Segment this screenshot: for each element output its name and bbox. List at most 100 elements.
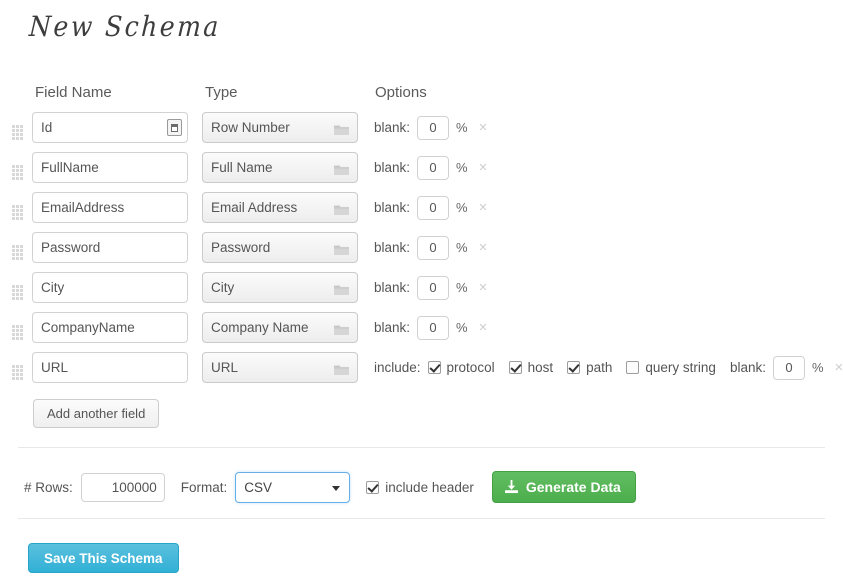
field-type-button[interactable]: Full Name bbox=[202, 152, 358, 183]
blank-label: blank: bbox=[374, 320, 411, 335]
include-header-label[interactable]: include header bbox=[385, 480, 474, 495]
field-name-input[interactable] bbox=[32, 272, 188, 303]
folder-icon bbox=[334, 204, 349, 215]
drag-handle-icon[interactable] bbox=[12, 165, 23, 180]
include-header-group: include header bbox=[366, 480, 474, 495]
blank-percent-input[interactable] bbox=[417, 195, 450, 220]
field-options: blank:% × bbox=[374, 312, 487, 343]
field-type-label: Company Name bbox=[211, 320, 309, 335]
url-option-label[interactable]: path bbox=[586, 360, 612, 375]
new-schema-page: New Schema Field Name Type Options Row N… bbox=[0, 0, 843, 582]
format-select[interactable]: CSV bbox=[235, 471, 351, 503]
percent-label: % bbox=[456, 320, 468, 335]
blank-percent-input[interactable] bbox=[417, 275, 450, 300]
url-option-checkbox[interactable] bbox=[626, 361, 640, 374]
field-row: City blank:% × bbox=[0, 272, 843, 312]
percent-label: % bbox=[456, 240, 468, 255]
field-options: blank:% × bbox=[374, 192, 487, 223]
column-header-type: Type bbox=[205, 84, 238, 101]
field-name-input[interactable] bbox=[32, 232, 188, 263]
field-type-label: Row Number bbox=[211, 120, 290, 135]
blank-percent-input[interactable] bbox=[772, 355, 805, 380]
drag-handle-icon[interactable] bbox=[12, 245, 23, 260]
row-number-icon bbox=[167, 119, 182, 136]
percent-label: % bbox=[456, 160, 468, 175]
url-option-group: path bbox=[567, 360, 612, 375]
field-type-button[interactable]: City bbox=[202, 272, 358, 303]
folder-icon bbox=[334, 124, 349, 135]
remove-field-icon[interactable]: × bbox=[479, 120, 488, 135]
blank-percent-input[interactable] bbox=[417, 315, 450, 340]
url-option-checkbox[interactable] bbox=[427, 361, 441, 374]
percent-label: % bbox=[456, 120, 468, 135]
blank-label: blank: bbox=[374, 240, 411, 255]
field-row: Company Name blank:% × bbox=[0, 312, 843, 352]
generate-bar: # Rows: Format: CSV include header Gener… bbox=[0, 470, 843, 504]
remove-field-icon[interactable]: × bbox=[835, 360, 843, 375]
field-name-input[interactable] bbox=[32, 152, 188, 183]
url-option-checkbox[interactable] bbox=[567, 361, 581, 374]
field-type-button[interactable]: Password bbox=[202, 232, 358, 263]
field-type-button[interactable]: Email Address bbox=[202, 192, 358, 223]
drag-handle-icon[interactable] bbox=[12, 205, 23, 220]
url-option-label[interactable]: protocol bbox=[447, 360, 495, 375]
url-option-group: host bbox=[508, 360, 554, 375]
drag-handle-icon[interactable] bbox=[12, 365, 23, 380]
column-headers: Field Name Type Options bbox=[0, 84, 843, 106]
field-row: URL include: protocol host path query string b… bbox=[0, 352, 843, 392]
drag-handle-icon[interactable] bbox=[12, 325, 23, 340]
field-name-input[interactable] bbox=[32, 312, 188, 343]
field-options: blank:% × bbox=[374, 112, 487, 143]
field-row: Email Address blank:% × bbox=[0, 192, 843, 232]
percent-label: % bbox=[811, 360, 824, 375]
blank-label: blank: bbox=[374, 120, 411, 135]
add-another-field-button[interactable]: Add another field bbox=[33, 399, 160, 428]
blank-percent-input[interactable] bbox=[417, 115, 450, 140]
field-type-label: Email Address bbox=[211, 200, 298, 215]
divider-bottom bbox=[18, 518, 825, 519]
format-label: Format: bbox=[180, 479, 228, 495]
rows-input[interactable] bbox=[80, 472, 165, 502]
field-type-label: Full Name bbox=[211, 160, 273, 175]
remove-field-icon[interactable]: × bbox=[479, 240, 488, 255]
url-option-label[interactable]: query string bbox=[645, 360, 716, 375]
blank-label: blank: bbox=[729, 360, 766, 375]
format-select-value: CSV bbox=[244, 479, 273, 495]
drag-handle-icon[interactable] bbox=[12, 285, 23, 300]
field-name-input[interactable] bbox=[32, 112, 188, 143]
field-type-button[interactable]: Company Name bbox=[202, 312, 358, 343]
remove-field-icon[interactable]: × bbox=[479, 200, 488, 215]
folder-icon bbox=[334, 364, 349, 375]
field-row: Full Name blank:% × bbox=[0, 152, 843, 192]
blank-percent-input[interactable] bbox=[417, 235, 450, 260]
field-options: blank:% × bbox=[374, 272, 487, 303]
field-name-input[interactable] bbox=[32, 352, 188, 383]
blank-label: blank: bbox=[374, 160, 411, 175]
field-type-button[interactable]: URL bbox=[202, 352, 358, 383]
blank-percent-input[interactable] bbox=[417, 155, 450, 180]
include-header-checkbox[interactable] bbox=[366, 480, 380, 494]
remove-field-icon[interactable]: × bbox=[479, 160, 488, 175]
remove-field-icon[interactable]: × bbox=[479, 280, 488, 295]
folder-icon bbox=[334, 284, 349, 295]
column-header-options: Options bbox=[375, 84, 427, 101]
url-option-checkbox[interactable] bbox=[508, 361, 522, 374]
blank-label: blank: bbox=[374, 200, 411, 215]
url-option-group: query string bbox=[626, 360, 716, 375]
url-option-label[interactable]: host bbox=[528, 360, 554, 375]
field-name-input[interactable] bbox=[32, 192, 188, 223]
save-this-schema-button[interactable]: Save This Schema bbox=[28, 543, 179, 573]
drag-handle-icon[interactable] bbox=[12, 125, 23, 140]
remove-field-icon[interactable]: × bbox=[479, 320, 488, 335]
field-options: blank:% × bbox=[374, 152, 487, 183]
field-rows: Row Numberblank:%×Full Nameblank:%×Email… bbox=[0, 112, 843, 392]
download-icon bbox=[504, 480, 518, 494]
percent-label: % bbox=[456, 200, 468, 215]
blank-label: blank: bbox=[374, 280, 411, 295]
field-options: blank:% × bbox=[374, 232, 487, 263]
url-option-group: protocol bbox=[427, 360, 495, 375]
generate-data-button[interactable]: Generate Data bbox=[491, 471, 636, 503]
field-type-button[interactable]: Row Number bbox=[202, 112, 358, 143]
field-row: Row Number blank:% × bbox=[0, 112, 843, 152]
folder-icon bbox=[334, 164, 349, 175]
